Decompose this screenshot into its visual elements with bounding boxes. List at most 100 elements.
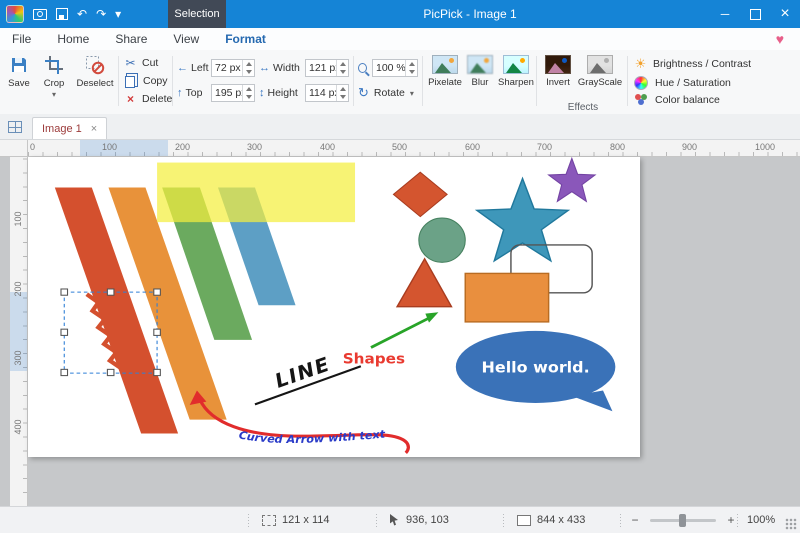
top-spin-down[interactable] bbox=[243, 93, 254, 101]
height-spin-down[interactable] bbox=[337, 93, 348, 101]
crop-button[interactable]: Crop ▾ bbox=[38, 50, 70, 97]
image-canvas[interactable]: Shapes LINE Curved Arrow with text Hello… bbox=[28, 157, 640, 457]
teal-star bbox=[477, 178, 568, 260]
tab-close-icon[interactable]: × bbox=[91, 123, 97, 135]
orange-rectangle bbox=[465, 273, 548, 321]
selection-handle[interactable] bbox=[61, 329, 68, 335]
invert-button[interactable]: Invert bbox=[541, 50, 575, 88]
save-quick-icon[interactable] bbox=[56, 8, 68, 20]
grayscale-button[interactable]: GrayScale bbox=[577, 50, 623, 88]
selection-handle[interactable] bbox=[154, 329, 161, 335]
ribbon-divider bbox=[353, 56, 354, 106]
status-separator bbox=[503, 513, 504, 527]
zoom-slider-thumb[interactable] bbox=[679, 514, 686, 527]
cut-button[interactable]: ✂Cut bbox=[124, 56, 172, 70]
ribbon-group-adjust: ☀Brightness / Contrast Hue / Saturation … bbox=[633, 56, 751, 106]
zoom-spin-down[interactable] bbox=[406, 68, 417, 76]
ribbon-divider bbox=[422, 56, 423, 106]
selection-handle[interactable] bbox=[61, 369, 68, 375]
ruler-tick: 0 bbox=[30, 142, 35, 152]
height-label: ↕Height bbox=[259, 87, 301, 99]
ribbon-divider bbox=[627, 56, 628, 106]
top-spinner[interactable]: 195 px bbox=[211, 84, 255, 102]
selection-handle[interactable] bbox=[107, 289, 114, 295]
copy-button[interactable]: Copy bbox=[124, 74, 172, 88]
ruler-tick: 300 bbox=[13, 348, 23, 368]
brightness-contrast-button[interactable]: ☀Brightness / Contrast bbox=[633, 56, 751, 72]
qat-customize-icon[interactable]: ▾ bbox=[115, 0, 121, 28]
left-spinner[interactable]: 72 px bbox=[211, 59, 255, 77]
width-spin-up[interactable] bbox=[337, 60, 348, 68]
zoom-icon bbox=[358, 63, 367, 73]
left-spin-up[interactable] bbox=[243, 60, 254, 68]
selection-handle[interactable] bbox=[61, 289, 68, 295]
status-separator bbox=[248, 513, 249, 527]
top-spin-up[interactable] bbox=[243, 85, 254, 93]
blur-button[interactable]: Blur bbox=[465, 50, 495, 88]
zoom-spinner[interactable]: 100 % bbox=[372, 59, 418, 77]
color-balance-button[interactable]: Color balance bbox=[633, 94, 751, 106]
zoom-in-button[interactable]: + bbox=[724, 513, 738, 527]
ruler-tick: 800 bbox=[610, 142, 625, 152]
status-bar: 121 x 114 936, 103 844 x 433 − + 100% bbox=[0, 506, 800, 533]
height-spin-up[interactable] bbox=[337, 85, 348, 93]
maximize-button[interactable] bbox=[740, 0, 770, 28]
maximize-icon bbox=[750, 9, 761, 20]
delete-button[interactable]: ×Delete bbox=[124, 92, 172, 106]
menu-share[interactable]: Share bbox=[115, 28, 147, 50]
status-separator bbox=[737, 513, 738, 527]
ruler-tick: 400 bbox=[13, 417, 23, 437]
rotate-button[interactable]: ↻ Rotate ▾ bbox=[358, 85, 418, 101]
resize-grip[interactable] bbox=[785, 518, 797, 530]
ribbon-divider bbox=[172, 56, 173, 106]
close-button[interactable]: × bbox=[770, 0, 800, 28]
purple-star bbox=[549, 158, 595, 201]
zoom-spin-up[interactable] bbox=[406, 60, 417, 68]
favorite-heart-icon[interactable]: ♥ bbox=[776, 28, 800, 50]
ribbon: Save Crop ▾ Deselect ✂Cut Copy ×Delete ←… bbox=[0, 50, 800, 115]
ribbon-group-effects: Invert GrayScale Effects bbox=[541, 50, 625, 114]
menu-view[interactable]: View bbox=[173, 28, 199, 50]
tab-image1[interactable]: Image 1 × bbox=[32, 117, 107, 139]
height-spinner[interactable]: 114 px bbox=[305, 84, 349, 102]
hue-saturation-button[interactable]: Hue / Saturation bbox=[633, 76, 751, 90]
menu-format[interactable]: Format bbox=[225, 28, 266, 52]
undo-icon[interactable]: ↶ bbox=[77, 0, 87, 28]
work-area: 0 100 200 300 400 500 600 700 800 900 10… bbox=[0, 140, 800, 507]
ruler-corner bbox=[0, 140, 28, 157]
ribbon-divider bbox=[536, 56, 537, 106]
zoom-out-button[interactable]: − bbox=[628, 513, 642, 527]
rotate-icon: ↻ bbox=[358, 85, 369, 101]
minimize-button[interactable]: ─ bbox=[710, 0, 740, 28]
selection-handle[interactable] bbox=[154, 369, 161, 375]
zoom-slider[interactable] bbox=[650, 519, 716, 522]
menu-file[interactable]: File bbox=[12, 28, 31, 50]
selection-handle[interactable] bbox=[154, 289, 161, 295]
selection-handle[interactable] bbox=[107, 369, 114, 375]
deselect-button[interactable]: Deselect bbox=[72, 50, 118, 97]
left-spin-down[interactable] bbox=[243, 68, 254, 76]
width-spinner[interactable]: 121 px bbox=[305, 59, 349, 77]
save-button[interactable]: Save bbox=[2, 50, 36, 97]
zoom-percent[interactable]: 100% bbox=[747, 507, 775, 533]
menu-home[interactable]: Home bbox=[57, 28, 89, 50]
crop-dropdown-icon[interactable]: ▾ bbox=[52, 92, 56, 97]
sharpen-button[interactable]: Sharpen bbox=[497, 50, 535, 88]
selection-size-status: 121 x 114 bbox=[262, 507, 330, 533]
ribbon-divider bbox=[118, 56, 119, 106]
capture-icon[interactable] bbox=[33, 9, 47, 20]
ruler-tick: 200 bbox=[175, 142, 190, 152]
status-separator bbox=[620, 513, 621, 527]
redo-icon[interactable]: ↷ bbox=[96, 0, 106, 28]
title-bar: ↶ ↷ ▾ Selection PicPick - Image 1 ─ × bbox=[0, 0, 800, 28]
window-arrange-icon[interactable] bbox=[8, 121, 22, 133]
mode-tab-selection[interactable]: Selection bbox=[168, 0, 226, 28]
ruler-tick: 700 bbox=[537, 142, 552, 152]
width-spin-down[interactable] bbox=[337, 68, 348, 76]
ruler-tick: 1000 bbox=[755, 142, 775, 152]
picpick-window: ↶ ↷ ▾ Selection PicPick - Image 1 ─ × Fi… bbox=[0, 0, 800, 533]
arrow-left-icon: ← bbox=[177, 62, 188, 74]
pixelate-button[interactable]: Pixelate bbox=[427, 50, 463, 88]
vertical-ruler: 100 200 300 400 bbox=[10, 157, 28, 507]
ruler-tick: 100 bbox=[13, 209, 23, 229]
